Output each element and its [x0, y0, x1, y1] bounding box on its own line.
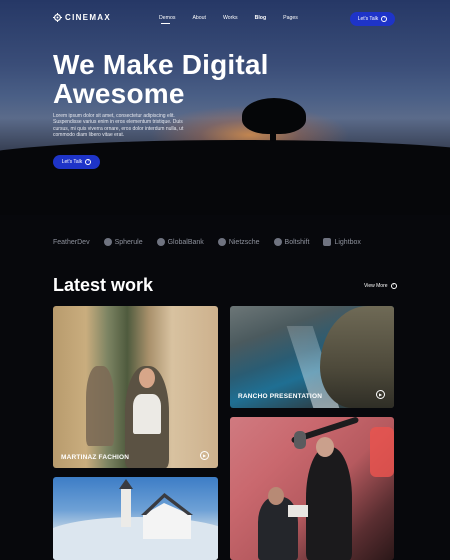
photo-figure [139, 368, 155, 388]
brand-nietzsche: Nietzsche [217, 238, 260, 246]
lets-talk-label: Let's Talk [61, 159, 83, 165]
asterisk-icon [217, 238, 226, 246]
photo-person-head [268, 487, 284, 505]
hill-silhouette [0, 140, 450, 215]
brand-featherdev: FeatherDev [53, 238, 90, 246]
menu-item-about[interactable]: About [192, 15, 206, 21]
play-icon[interactable]: ▶ [200, 451, 209, 460]
headline-line-1: We Make Digital [53, 49, 269, 80]
brand-boltshift: Boltshift [273, 238, 309, 246]
menu-item-pages[interactable]: Pages [283, 15, 298, 21]
globe-icon [156, 238, 165, 246]
brand-lightbox: Lightbox [323, 238, 361, 246]
view-more-link[interactable]: View More › [364, 283, 397, 289]
menu-item-blog[interactable]: Blog [255, 15, 267, 21]
photo-clapperboard [288, 505, 308, 517]
brand-globalbank: GlobalBank [156, 238, 204, 246]
arrow-circle-icon: › [390, 283, 397, 289]
logo-text: CINEMAX [65, 13, 111, 22]
photo-figure [133, 394, 161, 434]
arrow-circle-icon: › [85, 159, 92, 165]
photo-person [306, 447, 352, 560]
top-navigation: CINEMAX Demos About Works Blog Pages Let… [0, 11, 450, 27]
card-caption: RANCHO PRESENTATION [238, 393, 323, 400]
work-card-church[interactable] [53, 477, 218, 560]
photo-mic [294, 431, 306, 449]
photo-light [370, 427, 394, 477]
brand-logo-strip: FeatherDev Spherule GlobalBank Nietzsche… [53, 236, 393, 248]
menu-item-demos[interactable]: Demos [159, 15, 175, 24]
logo[interactable]: CINEMAX [53, 13, 111, 22]
arrow-circle-icon: › [381, 16, 388, 22]
cube-icon [323, 238, 332, 246]
hero-intro-text: Lorem ipsum dolor sit amet, consectetur … [53, 113, 184, 138]
latest-work-heading: Latest work [53, 275, 154, 295]
lets-talk-button-hero[interactable]: Let's Talk › [53, 155, 100, 169]
sphere-icon [103, 238, 112, 246]
lets-talk-label: Let's Talk [357, 16, 379, 22]
work-card-film-set[interactable] [230, 417, 394, 560]
photo-church-spire [119, 479, 133, 489]
headline-line-2: Awesome [53, 78, 185, 109]
photo-figure [86, 366, 114, 446]
photo-snow-mountain [53, 517, 218, 560]
photo-person-head [316, 437, 334, 457]
brand-spherule: Spherule [103, 238, 143, 246]
bolt-icon [273, 238, 282, 246]
menu-item-works[interactable]: Works [223, 15, 238, 21]
photo-church-tower [121, 487, 131, 527]
main-menu: Demos About Works Blog Pages [159, 15, 315, 24]
logo-gear-icon [53, 13, 62, 22]
hero-headline: We Make Digital Awesome [53, 50, 269, 108]
view-more-label: View More [364, 283, 388, 289]
lets-talk-button-nav[interactable]: Let's Talk › [350, 12, 395, 26]
play-icon[interactable]: ▶ [376, 390, 385, 399]
card-caption: MARTINAZ FACHION [61, 454, 130, 461]
work-card-rancho-presentation[interactable]: RANCHO PRESENTATION ▶ [230, 306, 394, 408]
work-card-martinaz-fachion[interactable]: MARTINAZ FACHION ▶ [53, 306, 218, 468]
